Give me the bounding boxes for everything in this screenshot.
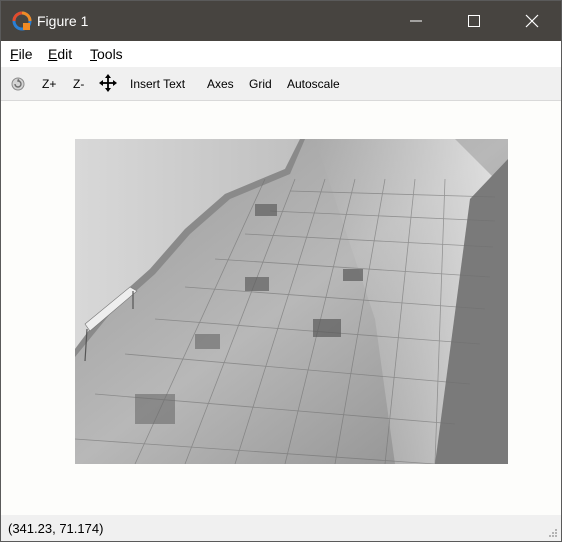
menu-file[interactable]: File — [10, 46, 33, 62]
close-button[interactable] — [503, 1, 561, 41]
close-icon — [525, 14, 539, 28]
resize-grip-icon[interactable] — [548, 528, 558, 538]
autoscale-button[interactable]: Autoscale — [287, 77, 340, 91]
minimize-icon — [410, 20, 422, 22]
menu-edit[interactable]: Edit — [48, 46, 72, 62]
minimize-button[interactable] — [387, 1, 445, 41]
home-icon[interactable] — [10, 75, 26, 91]
toolbar: Z+ Z- Insert Text Axes Grid Autoscale — [1, 67, 561, 101]
menu-edit-accelerator: E — [48, 46, 58, 62]
grid-button[interactable]: Grid — [249, 77, 272, 91]
menu-bar: File Edit Tools — [1, 41, 561, 67]
maximize-icon — [468, 15, 480, 27]
menu-tools-accelerator: T — [90, 46, 97, 62]
menu-edit-label: dit — [57, 46, 73, 62]
maximize-button[interactable] — [445, 1, 503, 41]
zoom-out-button[interactable]: Z- — [73, 77, 84, 91]
menu-tools-label: ools — [97, 46, 123, 62]
app-logo-icon — [12, 11, 32, 31]
cursor-coordinates: (341.23, 71.174) — [8, 521, 104, 536]
title-bar[interactable]: Figure 1 — [1, 1, 561, 41]
insert-text-button[interactable]: Insert Text — [130, 77, 185, 91]
zoom-in-button[interactable]: Z+ — [42, 77, 56, 91]
menu-tools[interactable]: Tools — [90, 46, 123, 62]
figure-window: Figure 1 File Edit Tools Z+ Z- Insert Te… — [0, 0, 562, 542]
axes-button[interactable]: Axes — [207, 77, 234, 91]
menu-file-label: ile — [18, 46, 33, 62]
floor-photo-image[interactable] — [75, 139, 508, 464]
window-title: Figure 1 — [37, 13, 89, 29]
figure-canvas[interactable] — [1, 101, 561, 515]
menu-file-accelerator: F — [10, 46, 19, 62]
status-bar: (341.23, 71.174) — [1, 515, 561, 541]
move-arrows-icon[interactable] — [99, 74, 117, 92]
